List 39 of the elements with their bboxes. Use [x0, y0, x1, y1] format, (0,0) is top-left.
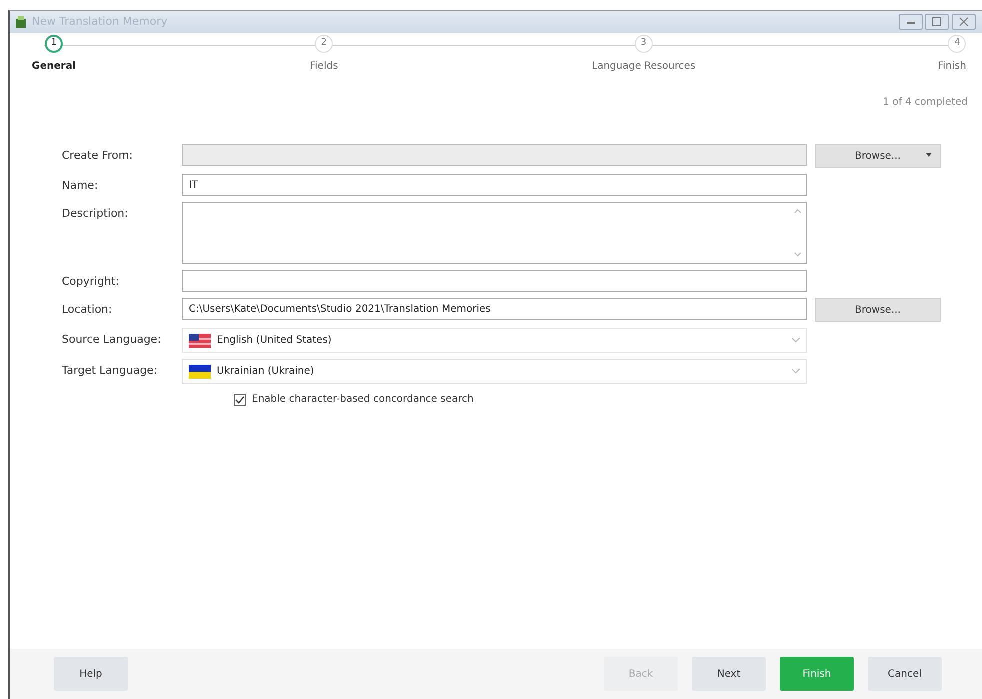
step-circle[interactable]: 3	[634, 35, 653, 53]
chevron-icon	[792, 338, 800, 343]
footer-button[interactable]: Next	[692, 657, 766, 691]
field-label: Target Language:	[62, 363, 159, 379]
chevron-icon	[792, 369, 800, 374]
language-dropdown[interactable]: Ukrainian (Ukraine)	[182, 359, 807, 384]
step-circle[interactable]: 1	[45, 35, 63, 53]
step-circle[interactable]: 4	[948, 35, 966, 53]
language-dropdown[interactable]: English (United States)	[182, 328, 807, 353]
input-field[interactable]	[182, 270, 807, 292]
flag-icon	[189, 364, 211, 378]
checkbox[interactable]	[234, 394, 246, 406]
step-label[interactable]: Fields	[310, 59, 338, 74]
step-label[interactable]: Finish	[938, 59, 966, 74]
field-label: Description:	[62, 206, 130, 222]
dropdown-value: English (United States)	[217, 334, 333, 348]
step-label[interactable]: Language Resources	[592, 59, 696, 74]
input-field[interactable]: C:\Users\Kate\Documents\Studio 2021\Translation Memories	[182, 298, 807, 320]
browse-button[interactable]: Browse...	[815, 298, 941, 322]
scrollbar-icon	[794, 207, 802, 259]
checkbox-label[interactable]: Enable character-based concordance search	[252, 392, 474, 407]
flag-icon	[189, 334, 211, 348]
field-label: Copyright:	[62, 274, 120, 290]
progress-text: 1 of 4 completed	[882, 96, 969, 110]
close-button[interactable]	[952, 14, 976, 30]
dropdown-value: Ukrainian (Ukraine)	[217, 365, 316, 379]
field-label: Name:	[62, 178, 100, 194]
text-area[interactable]	[182, 202, 807, 264]
step-circle[interactable]: 2	[315, 35, 334, 53]
footer-button[interactable]: Help	[54, 657, 128, 691]
input-field[interactable]: IT	[182, 174, 807, 196]
field-label: Location:	[62, 302, 114, 318]
field-label: Source Language:	[62, 332, 162, 348]
minimize-button[interactable]	[898, 14, 922, 30]
footer-button[interactable]: Cancel	[868, 657, 942, 691]
step-label[interactable]: General	[32, 59, 76, 74]
app-icon	[16, 16, 26, 28]
field-label: Create From:	[62, 148, 134, 164]
maximize-button[interactable]	[925, 14, 950, 30]
